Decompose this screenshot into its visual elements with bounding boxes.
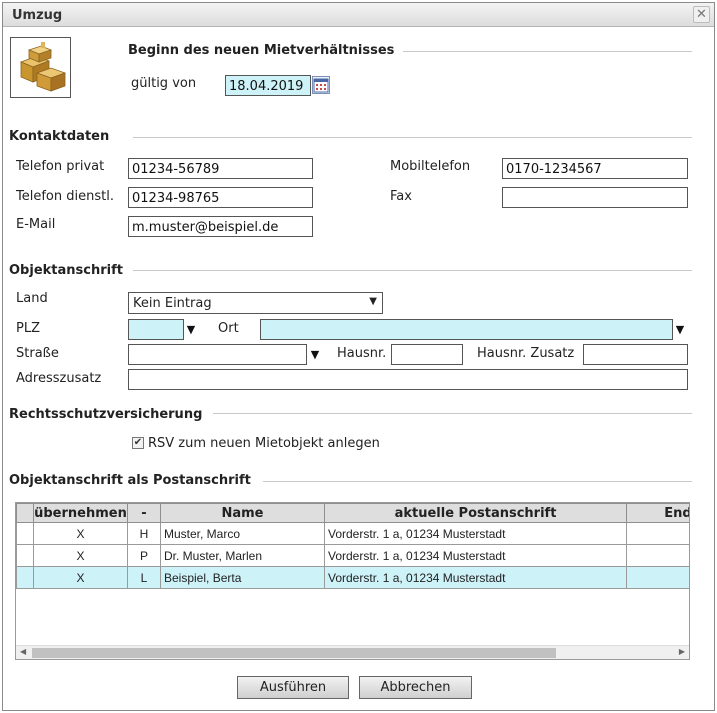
rsv-divider xyxy=(213,413,692,414)
umzug-dialog: Umzug ✕ Beginn des neuen Mietverhältniss… xyxy=(2,2,715,711)
fax-label: Fax xyxy=(390,189,412,204)
strasse-dropdown-icon[interactable]: ▼ xyxy=(308,344,322,365)
postanschrift-grid: übernehmen - Name aktuelle Postanschrift… xyxy=(15,502,690,660)
beginn-heading: Beginn des neuen Mietverhältnisses xyxy=(128,43,395,58)
adresszusatz-input[interactable] xyxy=(128,369,688,390)
ort-label: Ort xyxy=(218,321,239,336)
row-selector[interactable] xyxy=(16,566,34,589)
scrollbar-thumb[interactable] xyxy=(32,648,556,658)
beginn-divider xyxy=(403,51,692,52)
rsv-checkbox[interactable]: ✔ xyxy=(132,437,144,449)
kontaktdaten-divider xyxy=(133,137,692,138)
plz-dropdown-icon[interactable]: ▼ xyxy=(184,319,198,340)
gueltig-von-input[interactable]: 18.04.2019 xyxy=(225,75,311,96)
horizontal-scrollbar[interactable]: ◀ ▶ xyxy=(16,645,689,659)
email-label: E-Mail xyxy=(16,217,56,232)
abbrechen-button[interactable]: Abbrechen xyxy=(359,676,472,699)
scroll-left-arrow-icon[interactable]: ◀ xyxy=(20,647,26,656)
cell-postanschrift: Vorderstr. 1 a, 01234 Musterstadt xyxy=(324,544,627,567)
ausfuehren-button[interactable]: Ausführen xyxy=(237,676,349,699)
dialog-title: Umzug xyxy=(12,8,63,23)
cell-name: Beispiel, Berta xyxy=(160,566,325,589)
hausnr-input[interactable] xyxy=(391,344,463,365)
telefon-dienstl-label: Telefon dienstl. xyxy=(16,189,114,204)
cell-postanschrift: Vorderstr. 1 a, 01234 Musterstadt xyxy=(324,566,627,589)
objektanschrift-heading: Objektanschrift xyxy=(9,263,123,278)
column-header-select[interactable] xyxy=(16,503,34,523)
table-row[interactable]: X H Muster, Marco Vorderstr. 1 a, 01234 … xyxy=(16,522,689,545)
email-input[interactable]: m.muster@beispiel.de xyxy=(128,216,313,237)
column-header-enddatum[interactable]: Enddatum xyxy=(626,503,689,523)
cell-enddatum xyxy=(626,566,689,589)
table-row-selected[interactable]: X L Beispiel, Berta Vorderstr. 1 a, 0123… xyxy=(16,566,689,589)
objektanschrift-divider xyxy=(133,270,692,271)
fax-input[interactable] xyxy=(502,187,688,208)
hausnr-zusatz-input[interactable] xyxy=(583,344,688,365)
strasse-input[interactable] xyxy=(128,344,307,365)
land-label: Land xyxy=(16,291,48,306)
hausnr-zusatz-label: Hausnr. Zusatz xyxy=(477,346,575,361)
cell-name: Muster, Marco xyxy=(160,522,325,545)
cell-postanschrift: Vorderstr. 1 a, 01234 Musterstadt xyxy=(324,522,627,545)
plz-label: PLZ xyxy=(16,321,40,336)
cell-uebernehmen[interactable]: X xyxy=(33,566,128,589)
land-select-value: Kein Eintrag xyxy=(133,296,212,311)
telefon-privat-input[interactable]: 01234-56789 xyxy=(128,158,313,179)
ort-dropdown-icon[interactable]: ▼ xyxy=(673,319,687,340)
cell-name: Dr. Muster, Marlen xyxy=(160,544,325,567)
cell-typ: L xyxy=(127,566,161,589)
mobiltelefon-label: Mobiltelefon xyxy=(390,159,471,174)
postanschrift-heading: Objektanschrift als Postanschrift xyxy=(9,473,251,488)
gueltig-von-label: gültig von xyxy=(131,76,197,91)
telefon-privat-label: Telefon privat xyxy=(16,159,105,174)
strasse-label: Straße xyxy=(16,346,59,361)
adresszusatz-label: Adresszusatz xyxy=(16,371,102,386)
ort-input[interactable] xyxy=(260,319,673,340)
column-header-typ[interactable]: - xyxy=(127,503,161,523)
dialog-titlebar[interactable]: Umzug ✕ xyxy=(3,3,714,27)
land-select[interactable]: Kein Eintrag ▼ xyxy=(128,292,383,314)
column-header-uebernehmen[interactable]: übernehmen xyxy=(33,503,128,523)
grid-header-row: übernehmen - Name aktuelle Postanschrift… xyxy=(16,503,689,523)
mobiltelefon-input[interactable]: 0170-1234567 xyxy=(502,158,688,179)
dropdown-arrow-icon: ▼ xyxy=(369,296,377,307)
cell-enddatum xyxy=(626,522,689,545)
moving-boxes-icon xyxy=(10,37,71,98)
postanschrift-divider xyxy=(263,481,692,482)
cell-typ: H xyxy=(127,522,161,545)
telefon-dienstl-input[interactable]: 01234-98765 xyxy=(128,187,313,208)
kontaktdaten-heading: Kontaktdaten xyxy=(9,129,110,144)
cell-enddatum xyxy=(626,544,689,567)
rsv-checkbox-label[interactable]: RSV zum neuen Mietobjekt anlegen xyxy=(148,436,380,451)
cell-typ: P xyxy=(127,544,161,567)
column-header-postanschrift[interactable]: aktuelle Postanschrift xyxy=(324,503,627,523)
plz-input[interactable] xyxy=(128,319,184,340)
column-header-name[interactable]: Name xyxy=(160,503,325,523)
close-icon[interactable]: ✕ xyxy=(693,6,710,23)
calendar-icon[interactable] xyxy=(312,76,330,94)
cell-uebernehmen[interactable]: X xyxy=(33,544,128,567)
rsv-heading: Rechtsschutzversicherung xyxy=(9,407,203,422)
table-row[interactable]: X P Dr. Muster, Marlen Vorderstr. 1 a, 0… xyxy=(16,544,689,567)
hausnr-label: Hausnr. xyxy=(337,346,387,361)
cell-uebernehmen[interactable]: X xyxy=(33,522,128,545)
scroll-right-arrow-icon[interactable]: ▶ xyxy=(679,647,685,656)
row-selector[interactable] xyxy=(16,522,34,545)
row-selector[interactable] xyxy=(16,544,34,567)
